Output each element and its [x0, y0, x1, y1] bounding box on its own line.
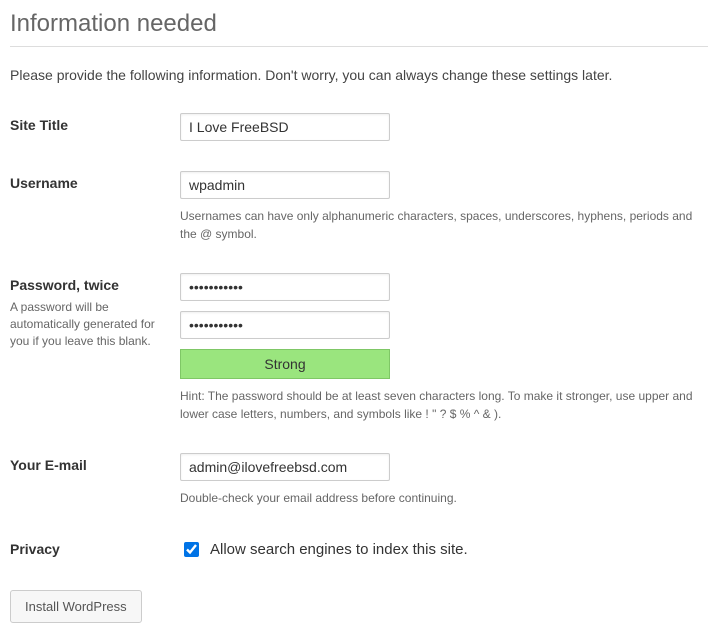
privacy-checkbox[interactable] — [184, 542, 199, 557]
site-title-label: Site Title — [10, 117, 180, 133]
site-title-input[interactable] — [180, 113, 390, 141]
password-label: Password, twice — [10, 277, 180, 293]
row-privacy: Privacy Allow search engines to index th… — [10, 537, 708, 560]
email-input[interactable] — [180, 453, 390, 481]
password-input-2[interactable] — [180, 311, 390, 339]
username-input[interactable] — [180, 171, 390, 199]
privacy-checkbox-label[interactable]: Allow search engines to index this site. — [210, 541, 468, 558]
password-sublabel: A password will be automatically generat… — [10, 299, 180, 349]
row-site-title: Site Title — [10, 113, 708, 141]
password-hint: Hint: The password should be at least se… — [180, 387, 708, 423]
intro-text: Please provide the following information… — [10, 67, 708, 83]
row-username: Username Usernames can have only alphanu… — [10, 171, 708, 243]
row-password: Password, twice A password will be autom… — [10, 273, 708, 423]
page-heading: Information needed — [10, 10, 708, 47]
password-strength-meter: Strong — [180, 349, 390, 379]
privacy-label: Privacy — [10, 541, 180, 557]
email-hint: Double-check your email address before c… — [180, 489, 708, 507]
install-wordpress-button[interactable]: Install WordPress — [10, 590, 142, 623]
username-hint: Usernames can have only alphanumeric cha… — [180, 207, 708, 243]
row-email: Your E-mail Double-check your email addr… — [10, 453, 708, 507]
email-label: Your E-mail — [10, 457, 180, 473]
password-input-1[interactable] — [180, 273, 390, 301]
username-label: Username — [10, 175, 180, 191]
